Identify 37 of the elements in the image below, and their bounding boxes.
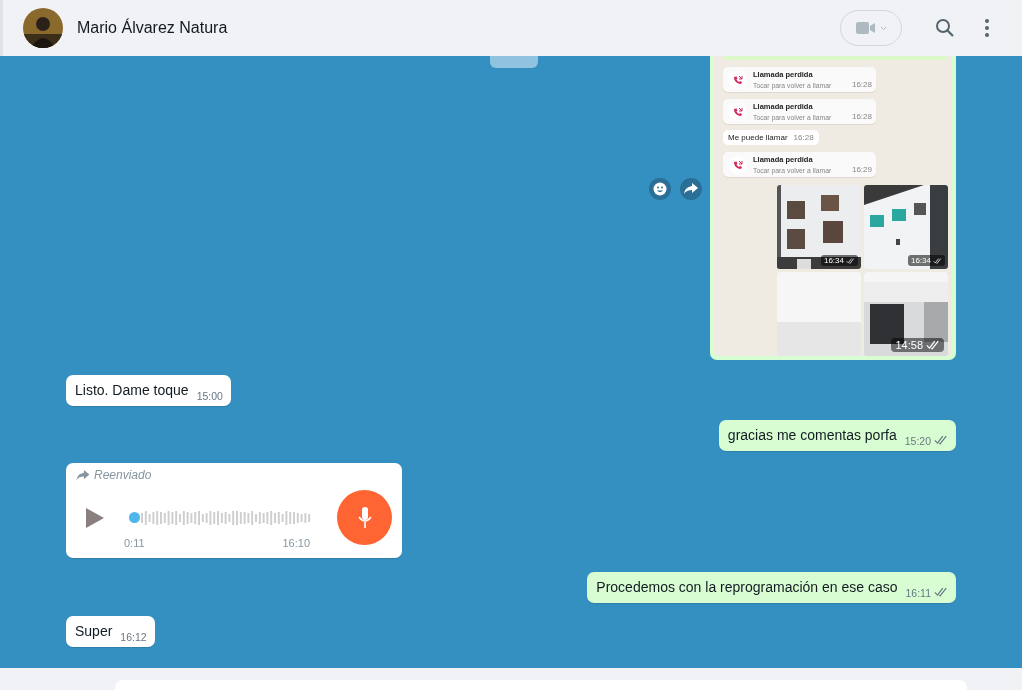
emoji-button[interactable] (649, 178, 671, 200)
search-icon (935, 18, 955, 38)
message-text: Super (75, 622, 113, 641)
message-text: Procedemos con la reprogramación en ese caso (596, 578, 898, 597)
chevron-down-icon (879, 25, 887, 31)
message-time: 15:00 (196, 390, 223, 402)
forward-button[interactable] (680, 178, 702, 200)
date-chip (490, 56, 538, 68)
message-text: Me puede llamar (728, 133, 788, 142)
message-text: gracias me comentas porfa (727, 426, 897, 445)
double-check-icon (933, 257, 942, 264)
playhead[interactable] (129, 511, 140, 523)
emoji-icon (653, 182, 667, 196)
voice-duration: 0:11 (124, 537, 145, 549)
message-time: 16:28 (851, 80, 872, 90)
forwarded-label: Reenviado (76, 468, 392, 482)
photo-time: 16:34 (820, 255, 858, 266)
double-check-icon (934, 435, 948, 445)
message-time: 14:58 (891, 338, 944, 352)
message-time: 16:29 (851, 165, 872, 174)
play-icon (84, 505, 106, 530)
message-time: 16:28 (793, 133, 814, 142)
menu-icon (985, 19, 989, 37)
message-time: 16:11 (905, 587, 931, 599)
message-time: 16:10 (282, 537, 310, 549)
message-time: 16:12 (120, 631, 147, 643)
message-time: 16:28 (851, 112, 872, 121)
forward-icon (684, 183, 698, 195)
video-camera-icon (855, 21, 876, 35)
double-check-icon (934, 587, 948, 597)
forward-icon (76, 469, 90, 481)
contact-name[interactable]: Mario Álvarez Natura (77, 19, 840, 37)
message-text: Listo. Dame toque (75, 381, 189, 400)
double-check-icon (846, 257, 855, 264)
double-check-icon (926, 340, 940, 350)
mic-icon (357, 506, 372, 529)
message-time: 15:20 (904, 435, 931, 447)
